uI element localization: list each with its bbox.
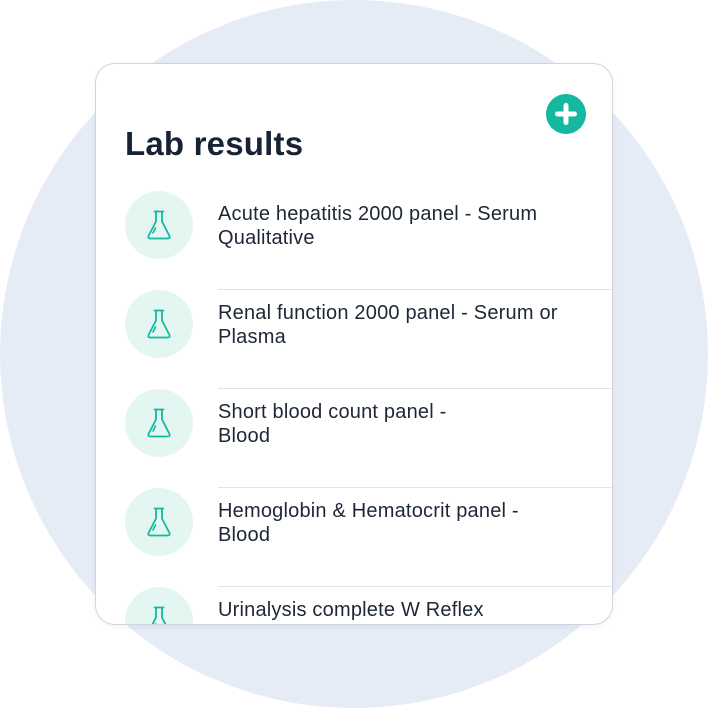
flask-icon-badge [125, 488, 193, 556]
lab-results-card: Lab results Acute hepatitis 2000 panel -… [95, 63, 613, 625]
flask-icon [147, 210, 171, 240]
plus-icon [555, 103, 577, 125]
page-title: Lab results [125, 125, 304, 162]
lab-result-label: Renal function 2000 panel - Serum or Pla… [218, 302, 558, 348]
lab-result-item[interactable]: Urinalysis complete W Reflex [96, 587, 612, 624]
flask-icon-badge [125, 587, 193, 624]
flask-icon [147, 309, 171, 339]
lab-results-list: Acute hepatitis 2000 panel - Serum Quali… [96, 191, 612, 624]
lab-result-item[interactable]: Short blood count panel - Blood [96, 389, 612, 488]
flask-icon-badge [125, 389, 193, 457]
lab-result-label: Urinalysis complete W Reflex [218, 599, 484, 621]
flask-icon [147, 408, 171, 438]
flask-icon-badge [125, 290, 193, 358]
flask-icon [147, 507, 171, 537]
flask-icon-badge [125, 191, 193, 259]
flask-icon [151, 606, 167, 624]
lab-result-item[interactable]: Acute hepatitis 2000 panel - Serum Quali… [96, 191, 612, 290]
lab-result-item[interactable]: Hemoglobin & Hematocrit panel - Blood [96, 488, 612, 587]
lab-result-label: Hemoglobin & Hematocrit panel - Blood [218, 500, 519, 546]
lab-result-label: Short blood count panel - Blood [218, 401, 447, 447]
add-lab-result-button[interactable] [546, 94, 586, 134]
lab-result-item[interactable]: Renal function 2000 panel - Serum or Pla… [96, 290, 612, 389]
lab-result-label: Acute hepatitis 2000 panel - Serum Quali… [218, 203, 538, 249]
lab-results-illustration: Lab results Acute hepatitis 2000 panel -… [0, 0, 708, 708]
